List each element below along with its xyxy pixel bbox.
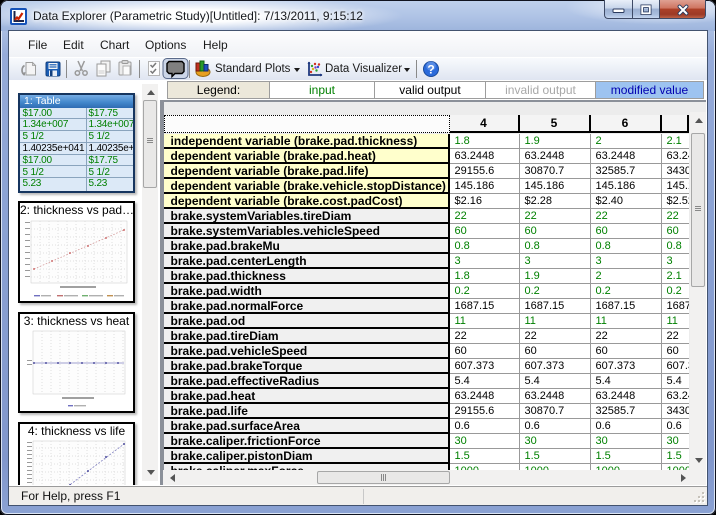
svg-text:?: ? (427, 63, 434, 77)
